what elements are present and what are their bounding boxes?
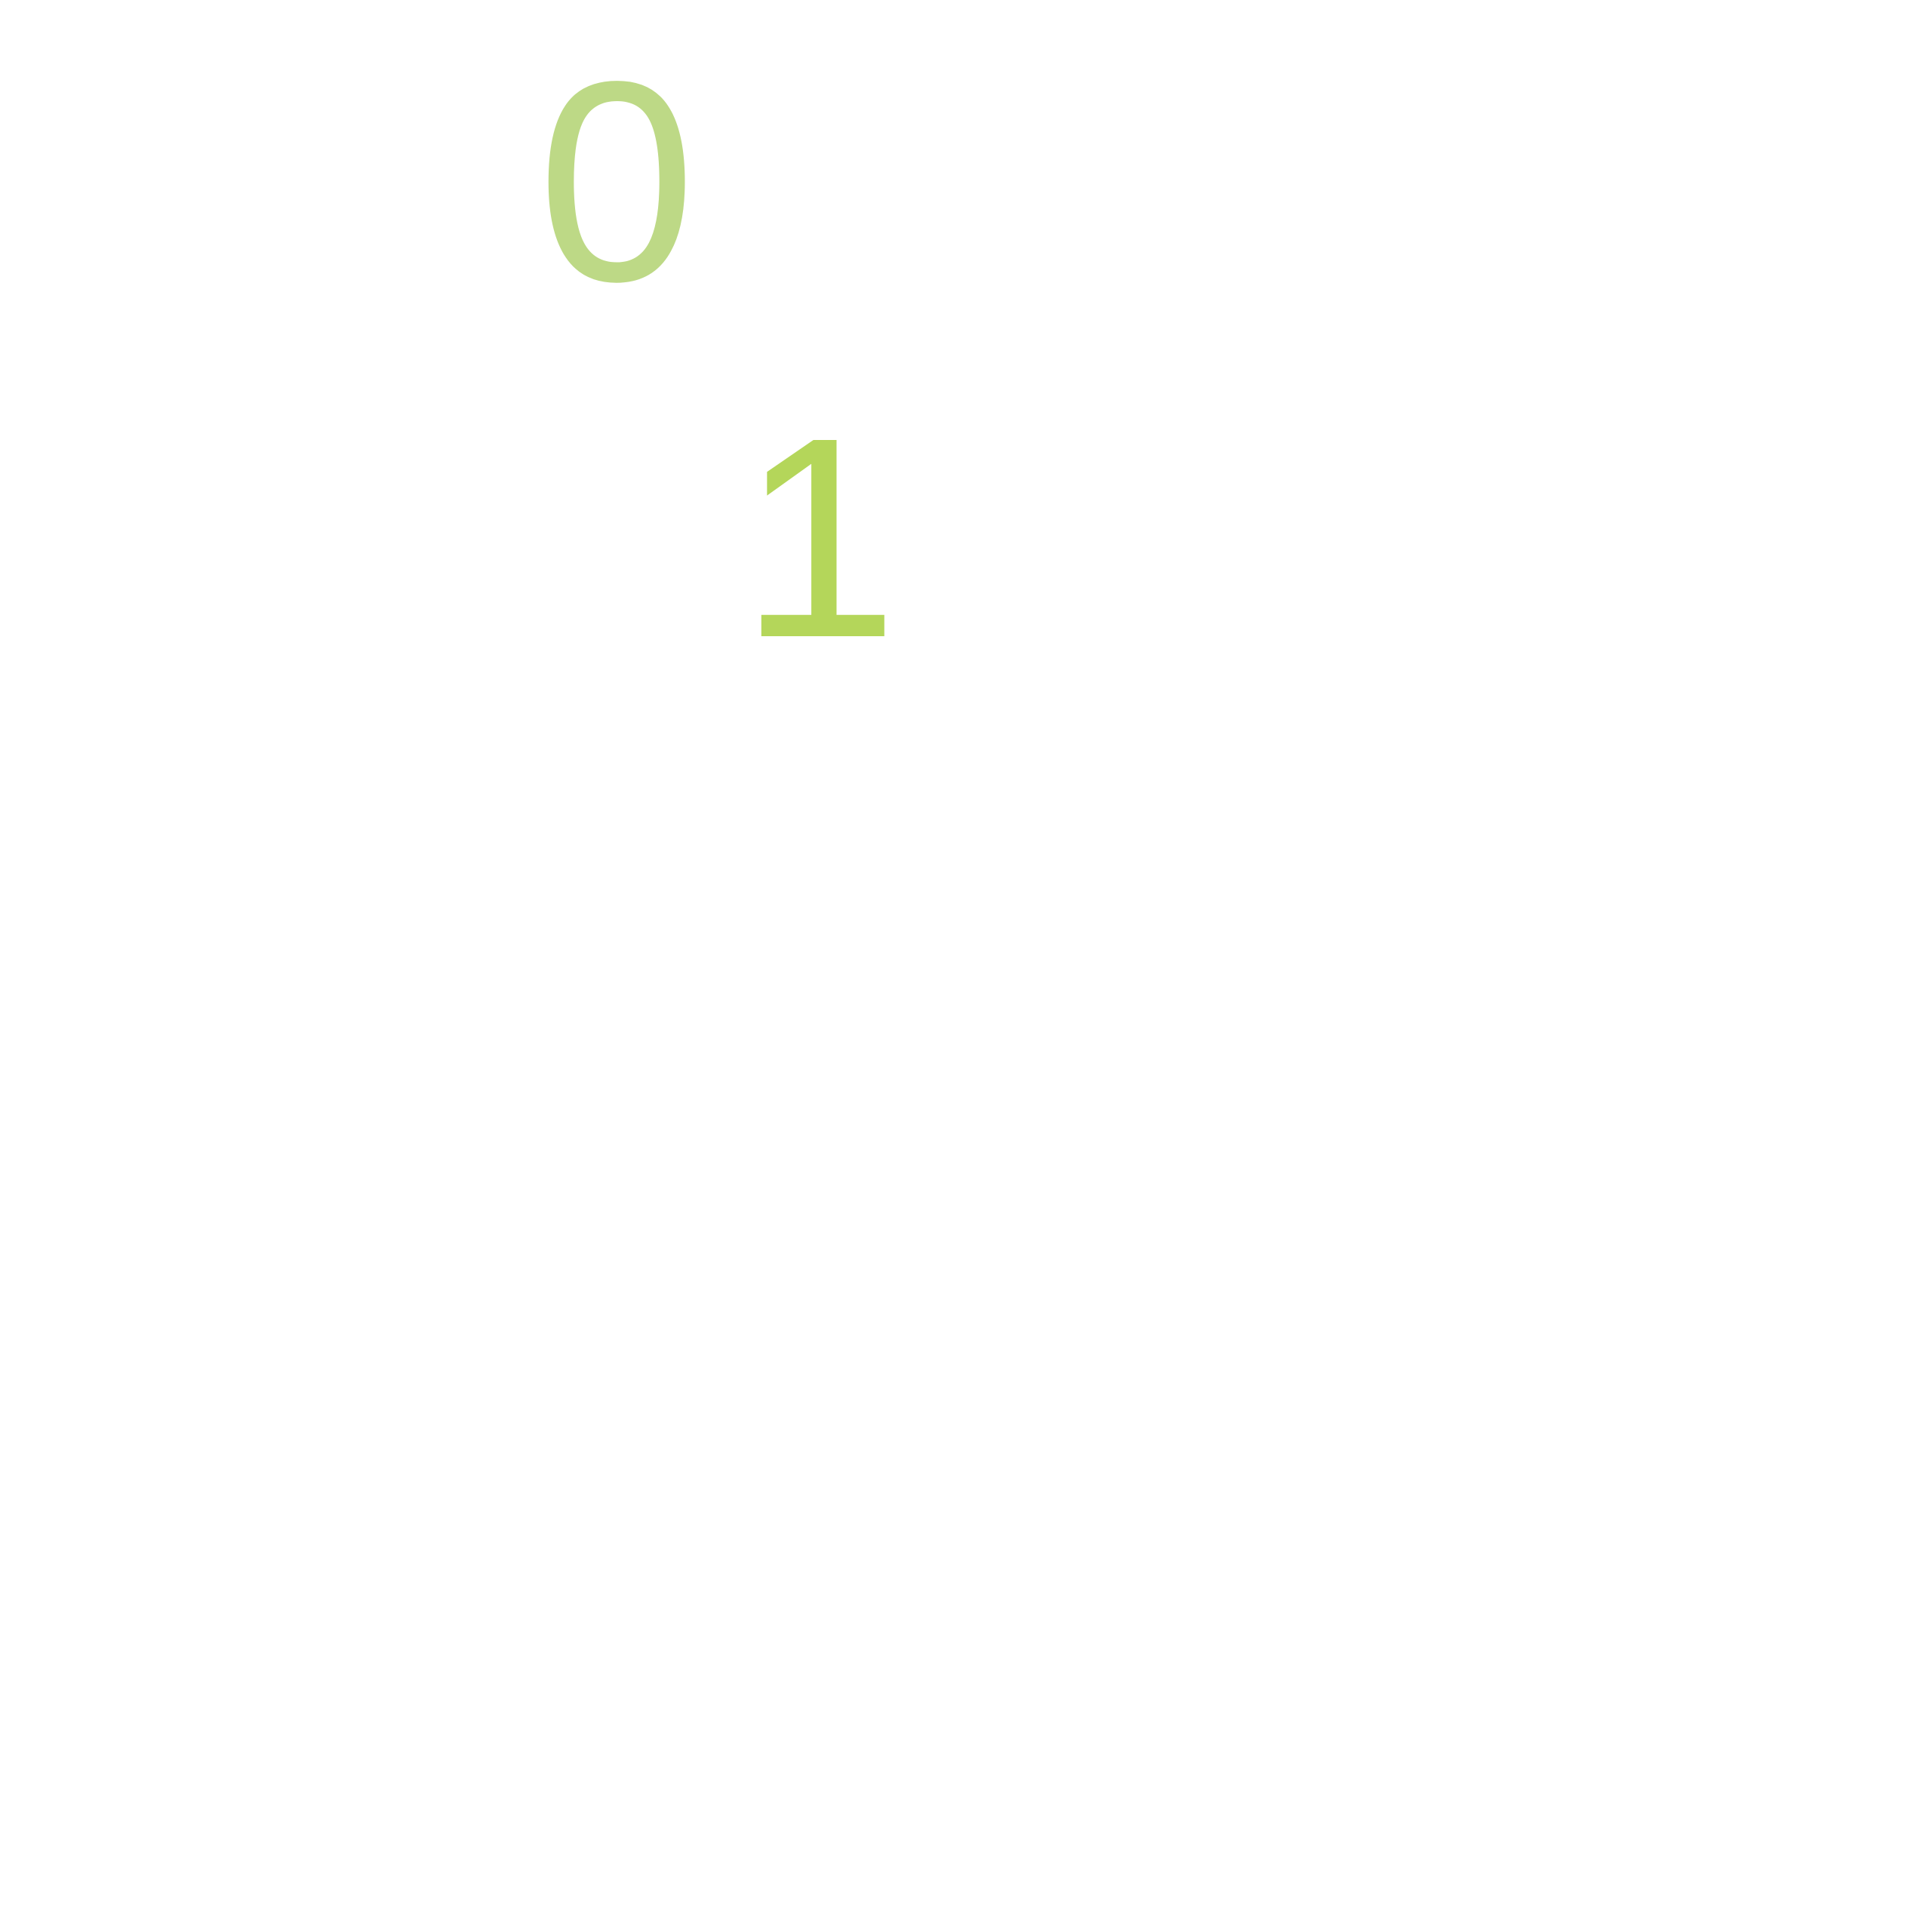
digit-one: 1 xyxy=(740,379,899,697)
digit-zero: 0 xyxy=(537,23,697,341)
